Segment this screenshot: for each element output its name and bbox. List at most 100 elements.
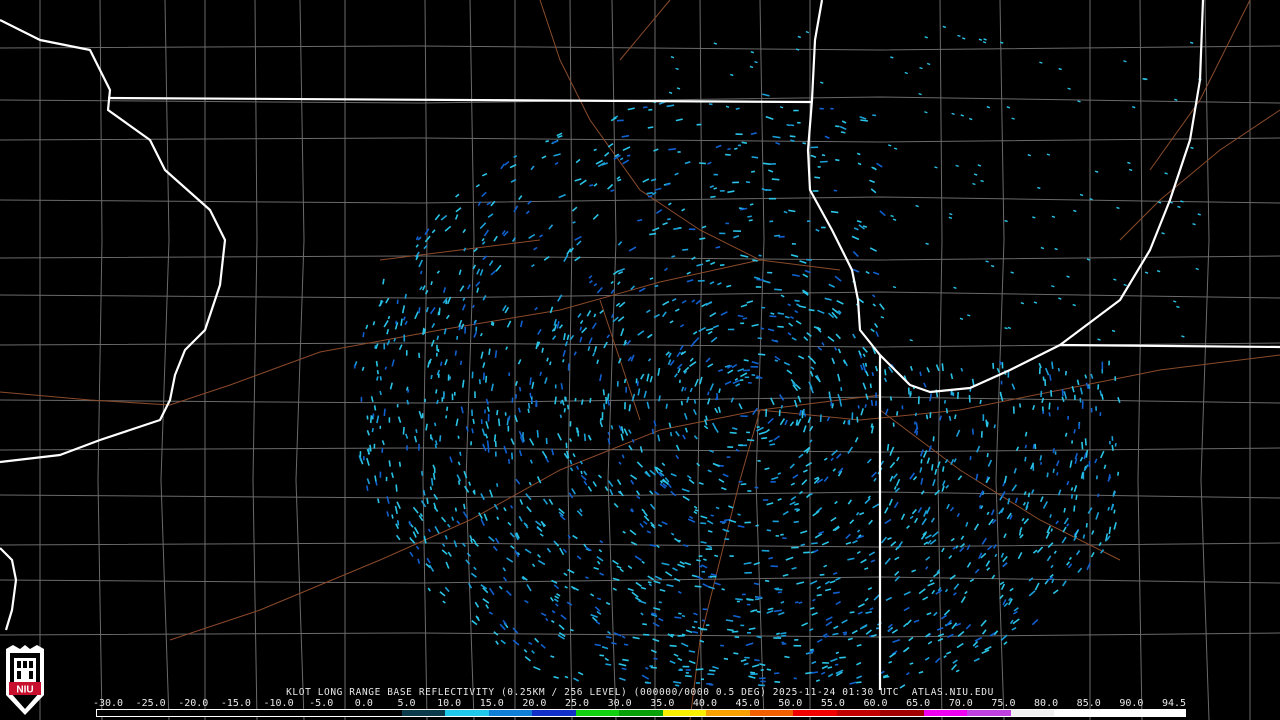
echo-mark [459, 451, 462, 456]
echo-mark [395, 484, 398, 492]
echo-mark [821, 154, 826, 157]
echo-mark [893, 147, 898, 150]
echo-mark [511, 452, 514, 460]
echo-mark [456, 335, 459, 340]
echo-mark [430, 374, 433, 380]
echo-mark [1052, 448, 1055, 454]
echo-mark [795, 48, 800, 51]
echo-mark [1132, 105, 1136, 109]
echo-mark [725, 619, 734, 622]
echo-mark [1085, 449, 1089, 458]
echo-mark [750, 671, 756, 674]
echo-mark [1048, 412, 1051, 417]
echo-mark [768, 556, 774, 560]
echo-mark [564, 675, 569, 679]
echo-mark [529, 377, 532, 386]
echo-mark [1073, 505, 1076, 512]
echo-mark [811, 542, 818, 545]
echo-mark [1004, 326, 1008, 330]
echo-mark [830, 210, 839, 214]
color-scale-label: -15.0 [220, 698, 251, 709]
echo-mark [1089, 198, 1093, 201]
echo-mark [811, 671, 819, 674]
echo-mark [496, 483, 499, 487]
echo-mark [758, 254, 762, 257]
echo-mark [819, 160, 828, 163]
echo-mark [1144, 271, 1149, 274]
echo-mark [762, 162, 771, 165]
echo-mark [379, 376, 382, 381]
echo-mark [715, 246, 721, 249]
echo-mark [892, 218, 897, 221]
color-scale-swatch [358, 710, 402, 716]
echo-mark [758, 353, 766, 356]
echo-mark [439, 361, 443, 366]
echo-mark [753, 582, 760, 586]
echo-mark [746, 598, 752, 601]
echo-mark [1085, 523, 1088, 528]
echo-mark [648, 108, 653, 111]
echo-mark [518, 386, 522, 392]
echo-mark [1058, 67, 1062, 71]
echo-mark [748, 219, 753, 222]
color-scale-swatch [923, 710, 968, 716]
echo-mark [599, 654, 605, 657]
echo-mark [747, 439, 755, 442]
echo-mark [654, 284, 659, 288]
echo-mark [880, 316, 885, 319]
echo-mark [1052, 468, 1055, 473]
echo-mark [986, 106, 991, 109]
echo-mark [709, 669, 716, 672]
echo-mark [890, 214, 894, 218]
echo-mark [835, 125, 840, 128]
echo-mark [1027, 492, 1031, 498]
echo-mark [914, 412, 918, 417]
echo-mark [805, 671, 813, 675]
echo-mark [1024, 431, 1028, 437]
echo-mark [793, 520, 799, 524]
echo-mark [710, 514, 714, 517]
echo-mark [702, 628, 707, 631]
echo-mark [794, 299, 800, 302]
echo-mark [705, 259, 711, 262]
echo-mark [971, 428, 975, 435]
echo-mark [606, 393, 610, 401]
echo-mark [1032, 444, 1035, 449]
echo-mark [1010, 271, 1014, 274]
echo-mark [840, 131, 846, 134]
echo-mark [1111, 329, 1116, 333]
echo-mark [1144, 77, 1148, 81]
echo-mark [493, 434, 497, 442]
color-scale-label: -20.0 [178, 698, 209, 709]
echo-mark [972, 182, 976, 186]
echo-mark [884, 369, 887, 376]
echo-mark [942, 466, 945, 472]
echo-mark [454, 350, 457, 356]
echo-mark [740, 483, 747, 486]
color-scale-label: 20.0 [522, 698, 547, 709]
echo-mark [1049, 514, 1052, 518]
echo-mark [745, 181, 751, 184]
echo-mark [1097, 338, 1101, 341]
echo-mark [754, 486, 759, 489]
echo-mark [708, 103, 713, 106]
echo-mark [647, 195, 653, 198]
color-scale-label: 5.0 [397, 698, 416, 709]
echo-mark [497, 418, 501, 427]
echo-mark [1056, 472, 1059, 476]
echo-mark [985, 419, 988, 427]
echo-mark [698, 565, 703, 568]
echo-mark [599, 418, 602, 423]
color-scale-swatch [662, 710, 707, 716]
echo-mark [669, 431, 673, 437]
echo-mark [371, 427, 374, 433]
echo-mark [693, 620, 698, 623]
color-scale-swatch [619, 710, 663, 716]
echo-mark [707, 391, 710, 396]
echo-mark [733, 652, 739, 655]
echo-mark [945, 408, 949, 414]
echo-mark [425, 423, 428, 431]
echo-mark [626, 154, 631, 157]
echo-mark [802, 142, 807, 145]
echo-mark [1050, 390, 1053, 397]
